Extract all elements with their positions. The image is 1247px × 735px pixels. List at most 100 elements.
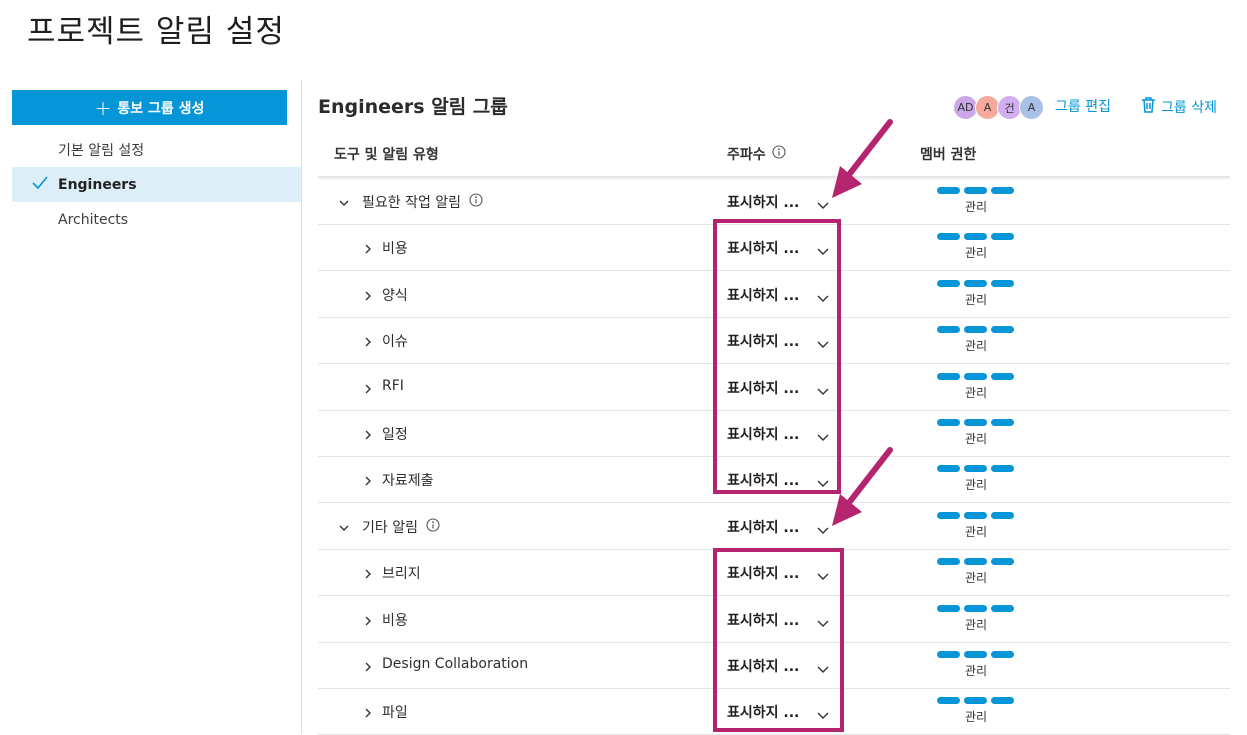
permission-level-segment[interactable] bbox=[991, 233, 1014, 241]
sidebar-item-architects[interactable]: Architects bbox=[12, 202, 301, 237]
sidebar: + 통보 그룹 생성 기본 알림 설정 Engineers Architects bbox=[12, 90, 301, 228]
permission-level-segment[interactable] bbox=[991, 187, 1014, 194]
permission-control[interactable]: 관리 bbox=[937, 323, 1017, 359]
permission-level-segment[interactable] bbox=[991, 604, 1014, 612]
permission-level-segment[interactable] bbox=[991, 279, 1014, 287]
permission-level-segment[interactable] bbox=[937, 697, 960, 705]
permission-level-segment[interactable] bbox=[991, 651, 1014, 658]
chevron-right-icon[interactable] bbox=[362, 287, 374, 306]
permission-level-segment[interactable] bbox=[937, 558, 960, 566]
create-group-label: 통보 그룹 생성 bbox=[117, 100, 205, 117]
permission-control[interactable]: 관리 bbox=[937, 555, 1017, 591]
permission-level-segment[interactable] bbox=[964, 465, 987, 473]
row-name: 파일 bbox=[382, 705, 408, 722]
row-name: 양식 bbox=[382, 287, 408, 304]
sidebar-item-engineers[interactable]: Engineers bbox=[12, 167, 301, 202]
permission-level-segment[interactable] bbox=[964, 233, 987, 241]
permission-level-segment[interactable] bbox=[964, 187, 987, 194]
column-header-label: 도구 및 알림 유형 bbox=[334, 147, 439, 163]
sidebar-item-default-settings[interactable]: 기본 알림 설정 bbox=[12, 132, 301, 167]
chevron-right-icon[interactable] bbox=[362, 333, 374, 352]
trash-icon bbox=[1140, 96, 1157, 118]
section-row[interactable]: 필요한 작업 알림 표시하지 ... 관리 bbox=[318, 178, 1230, 225]
sidebar-item-label: Engineers bbox=[58, 176, 137, 193]
permission-control[interactable]: 관리 bbox=[937, 184, 1017, 220]
permission-level-segment[interactable] bbox=[937, 279, 960, 287]
permission-level-segment[interactable] bbox=[937, 187, 960, 194]
chevron-right-icon[interactable] bbox=[362, 380, 374, 399]
permission-control[interactable]: 관리 bbox=[937, 230, 1017, 266]
permission-label: 관리 bbox=[965, 571, 988, 586]
chevron-right-icon[interactable] bbox=[362, 472, 374, 491]
delete-group-link[interactable]: 그룹 삭제 bbox=[1140, 96, 1217, 118]
permission-control[interactable]: 관리 bbox=[937, 602, 1017, 638]
row-name: Design Collaboration bbox=[382, 656, 529, 672]
frequency-dropdown[interactable]: 표시하지 ... bbox=[727, 186, 837, 216]
create-group-button[interactable]: + 통보 그룹 생성 bbox=[12, 90, 287, 125]
edit-group-link[interactable]: 그룹 편집 bbox=[1055, 96, 1111, 116]
row-name: 브리지 bbox=[382, 566, 421, 583]
row-name: 필요한 작업 알림 bbox=[362, 195, 462, 211]
permission-level-segment[interactable] bbox=[991, 372, 1014, 380]
chevron-right-icon[interactable] bbox=[362, 612, 374, 631]
permission-level-segment[interactable] bbox=[964, 372, 987, 380]
permission-level-segment[interactable] bbox=[991, 326, 1014, 334]
plus-icon: + bbox=[94, 95, 112, 120]
permission-level-segment[interactable] bbox=[991, 511, 1014, 519]
permission-level-segment[interactable] bbox=[964, 697, 987, 705]
frequency-dropdown[interactable]: 표시하지 ... bbox=[727, 511, 837, 541]
permission-level-segment[interactable] bbox=[937, 419, 960, 426]
row-name: 일정 bbox=[382, 427, 408, 443]
permission-level-segment[interactable] bbox=[937, 326, 960, 334]
permission-control[interactable]: 관리 bbox=[937, 509, 1017, 545]
sidebar-item-label: Architects bbox=[58, 211, 129, 228]
permission-level-segment[interactable] bbox=[964, 511, 987, 519]
permission-label: 관리 bbox=[965, 617, 988, 632]
permission-level-segment[interactable] bbox=[937, 465, 960, 473]
permission-control[interactable]: 관리 bbox=[937, 694, 1017, 730]
chevron-right-icon[interactable] bbox=[362, 565, 374, 584]
column-header-tool: 도구 및 알림 유형 bbox=[334, 144, 439, 164]
permission-label: 관리 bbox=[965, 292, 988, 307]
info-icon[interactable] bbox=[469, 192, 483, 211]
permission-level-segment[interactable] bbox=[937, 651, 960, 658]
permission-level-segment[interactable] bbox=[991, 419, 1014, 426]
chevron-right-icon[interactable] bbox=[362, 240, 374, 259]
avatar[interactable]: A bbox=[1019, 95, 1044, 120]
permission-control[interactable]: 관리 bbox=[937, 277, 1017, 313]
chevron-down-icon[interactable] bbox=[338, 194, 350, 213]
frequency-value: 표시하지 ... bbox=[727, 195, 800, 211]
chevron-right-icon[interactable] bbox=[362, 704, 374, 723]
permission-control[interactable]: 관리 bbox=[937, 462, 1017, 498]
column-header-label: 주파수 bbox=[727, 147, 766, 163]
permission-level-segment[interactable] bbox=[964, 326, 987, 334]
info-icon[interactable] bbox=[772, 145, 786, 163]
chevron-right-icon[interactable] bbox=[362, 658, 374, 677]
permission-level-segment[interactable] bbox=[964, 419, 987, 426]
chevron-down-icon[interactable] bbox=[338, 519, 350, 538]
sidebar-divider bbox=[301, 80, 302, 734]
permission-control[interactable]: 관리 bbox=[937, 416, 1017, 452]
info-icon[interactable] bbox=[426, 517, 440, 536]
permission-label: 관리 bbox=[965, 246, 988, 261]
member-avatars[interactable]: AD A 건 A bbox=[953, 95, 1044, 120]
permission-level-segment[interactable] bbox=[964, 558, 987, 566]
chevron-right-icon[interactable] bbox=[362, 426, 374, 445]
permission-level-segment[interactable] bbox=[937, 511, 960, 519]
highlight-box bbox=[713, 548, 844, 732]
section-row[interactable]: 기타 알림 표시하지 ... 관리 bbox=[318, 503, 1230, 550]
permission-label: 관리 bbox=[965, 432, 988, 446]
permission-level-segment[interactable] bbox=[937, 604, 960, 612]
permission-control[interactable]: 관리 bbox=[937, 370, 1017, 406]
permission-level-segment[interactable] bbox=[964, 651, 987, 658]
permission-level-segment[interactable] bbox=[964, 604, 987, 612]
permission-level-segment[interactable] bbox=[991, 697, 1014, 705]
permission-level-segment[interactable] bbox=[991, 558, 1014, 566]
permission-level-segment[interactable] bbox=[937, 372, 960, 380]
permission-level-segment[interactable] bbox=[937, 233, 960, 241]
row-name: 비용 bbox=[382, 612, 408, 629]
permission-level-segment[interactable] bbox=[991, 465, 1014, 473]
checkmark-icon bbox=[31, 174, 49, 196]
permission-level-segment[interactable] bbox=[964, 279, 987, 287]
permission-control[interactable]: 관리 bbox=[937, 648, 1017, 684]
